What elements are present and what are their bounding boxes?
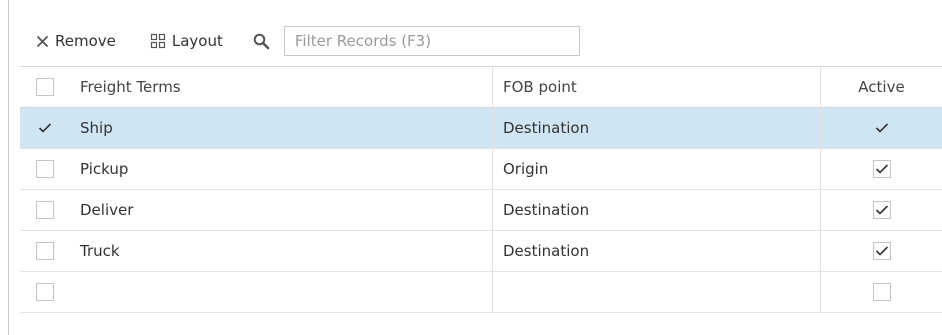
remove-label: Remove: [55, 32, 116, 50]
grid-header-row: Freight Terms FOB point Active: [20, 67, 942, 108]
active-cell: [820, 108, 942, 148]
row-select-cell: [20, 190, 70, 230]
row-select-cell: [20, 108, 70, 148]
checkmark-icon: [875, 123, 888, 133]
grid-screen: Remove Layout Filter Records (F3) Freigh…: [0, 0, 942, 335]
active-checkbox[interactable]: [873, 119, 891, 137]
freight-terms-cell[interactable]: Deliver: [70, 190, 492, 230]
table-row-new[interactable]: [20, 272, 942, 313]
table-row[interactable]: Ship Destination: [20, 108, 942, 149]
column-header-freight-terms[interactable]: Freight Terms: [70, 67, 492, 107]
row-select-cell: [20, 149, 70, 189]
active-cell: [820, 190, 942, 230]
remove-button[interactable]: Remove: [20, 26, 124, 56]
active-cell: [820, 149, 942, 189]
checkmark-icon: [875, 246, 888, 256]
select-all-checkbox[interactable]: [36, 78, 54, 96]
filter-records-input[interactable]: [283, 26, 580, 56]
freight-terms-cell[interactable]: Ship: [70, 108, 492, 148]
table-row[interactable]: Deliver Destination: [20, 190, 942, 231]
checkmark-icon: [38, 123, 52, 133]
fob-point-cell[interactable]: Destination: [492, 190, 820, 230]
header-select-cell: [20, 67, 70, 107]
active-checkbox[interactable]: [872, 160, 891, 178]
row-select-cell: [20, 272, 70, 312]
row-select-cell: [20, 231, 70, 271]
fob-point-cell[interactable]: [492, 272, 820, 312]
column-header-active[interactable]: Active: [820, 67, 942, 107]
left-divider: [8, 0, 9, 335]
active-cell: [820, 272, 942, 312]
freight-terms-panel: Remove Layout Filter Records (F3) Freigh…: [20, 18, 942, 335]
table-row[interactable]: Truck Destination: [20, 231, 942, 272]
fob-point-cell[interactable]: Destination: [492, 108, 820, 148]
freight-terms-cell[interactable]: Truck: [70, 231, 492, 271]
row-select-checkbox[interactable]: [36, 201, 54, 219]
row-select-checkbox[interactable]: [36, 160, 54, 178]
row-select-checkbox[interactable]: [36, 119, 54, 137]
row-select-checkbox[interactable]: [36, 283, 54, 301]
fob-point-cell[interactable]: Origin: [492, 149, 820, 189]
layout-button[interactable]: Layout: [124, 26, 231, 56]
checkmark-icon: [875, 164, 888, 174]
fob-point-cell[interactable]: Destination: [492, 231, 820, 271]
column-header-fob-point[interactable]: FOB point: [492, 67, 820, 107]
layout-label: Layout: [171, 32, 223, 50]
freight-terms-cell[interactable]: Pickup: [70, 149, 492, 189]
active-cell: [820, 231, 942, 271]
active-checkbox[interactable]: [872, 283, 891, 301]
checkmark-icon: [875, 205, 888, 215]
freight-terms-grid: Freight Terms FOB point Active Ship Dest…: [20, 66, 942, 313]
grid-toolbar: Remove Layout: [20, 24, 580, 58]
search-icon: [253, 26, 270, 56]
active-checkbox[interactable]: [872, 201, 891, 219]
freight-terms-cell[interactable]: [70, 272, 492, 312]
close-icon: [36, 35, 49, 48]
row-select-checkbox[interactable]: [36, 242, 54, 260]
table-row[interactable]: Pickup Origin: [20, 149, 942, 190]
active-checkbox[interactable]: [872, 242, 891, 260]
grid-layout-icon: [150, 33, 166, 49]
